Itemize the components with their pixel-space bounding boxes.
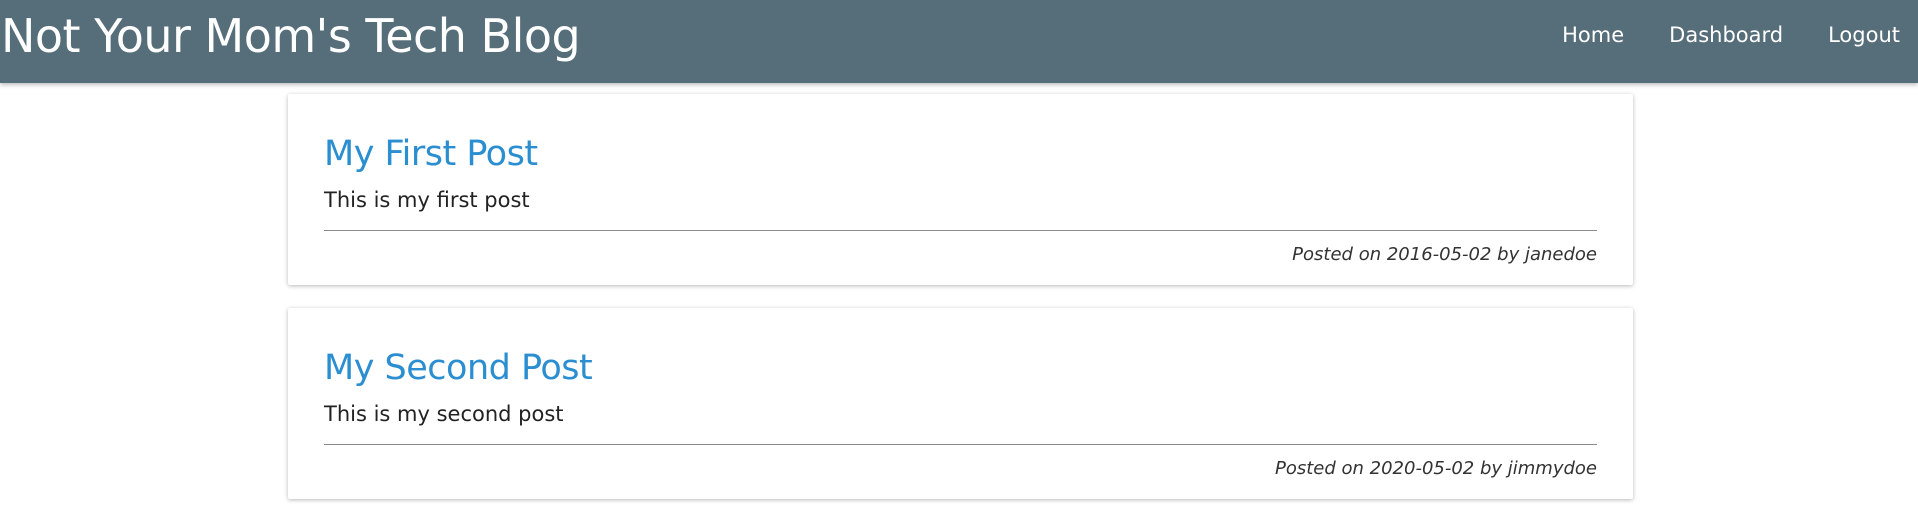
main-nav: Home Dashboard Logout xyxy=(1539,0,1918,70)
nav-home-link[interactable]: Home xyxy=(1562,23,1624,47)
post-meta: Posted on 2016-05-02 by janedoe xyxy=(1292,244,1597,265)
nav-dashboard-link[interactable]: Dashboard xyxy=(1669,23,1783,47)
post-card: My Second Post This is my second post Po… xyxy=(288,308,1633,499)
post-divider xyxy=(324,230,1597,231)
nav-logout-link[interactable]: Logout xyxy=(1828,23,1900,47)
post-title-link[interactable]: My Second Post xyxy=(324,346,1597,390)
post-body: This is my second post xyxy=(324,402,564,426)
top-navbar: Not Your Mom's Tech Blog Home Dashboard … xyxy=(0,0,1918,83)
post-card: My First Post This is my first post Post… xyxy=(288,94,1633,285)
post-title-link[interactable]: My First Post xyxy=(324,132,1597,176)
post-list: My First Post This is my first post Post… xyxy=(288,94,1633,522)
site-brand-link[interactable]: Not Your Mom's Tech Blog xyxy=(1,8,581,64)
post-divider xyxy=(324,444,1597,445)
post-body: This is my first post xyxy=(324,188,530,212)
post-meta: Posted on 2020-05-02 by jimmydoe xyxy=(1274,458,1597,479)
